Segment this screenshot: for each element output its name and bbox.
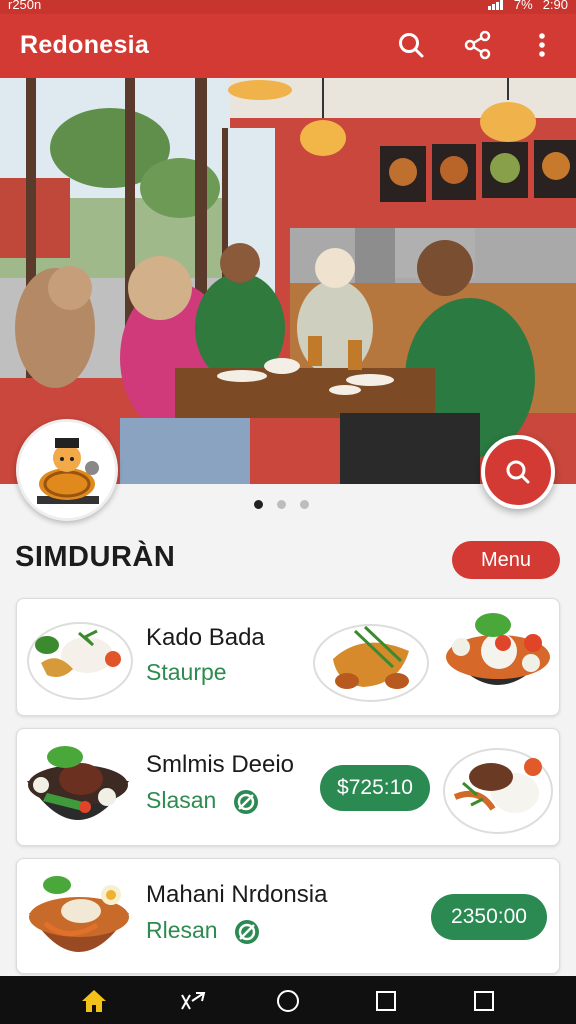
menu-button[interactable]: Menu bbox=[452, 541, 560, 579]
floating-search-button[interactable] bbox=[481, 435, 555, 509]
menu-item-subtitle: Slasan bbox=[146, 787, 217, 813]
system-nav-bar bbox=[0, 976, 576, 1024]
menu-item-subtitle: Staurpe bbox=[146, 659, 227, 685]
battery-level: 7% bbox=[513, 0, 533, 12]
search-button[interactable] bbox=[394, 28, 428, 62]
recents-icon bbox=[376, 991, 396, 1011]
price-tag[interactable]: 2350:00 bbox=[431, 894, 547, 940]
price-tag[interactable]: $725:10 bbox=[320, 765, 430, 811]
menu-item-card[interactable]: Kado Bada Staurpe bbox=[16, 598, 560, 716]
mascot-logo bbox=[19, 422, 115, 518]
search-icon bbox=[506, 460, 530, 484]
menu-item-subtitle-row: Slasan bbox=[146, 787, 259, 815]
more-options-button[interactable] bbox=[525, 28, 559, 62]
dish-image bbox=[446, 613, 550, 685]
verified-badge-icon bbox=[235, 919, 259, 944]
menu-item-subtitle-row: Rlesan bbox=[146, 917, 260, 945]
home-circle-icon bbox=[277, 990, 299, 1012]
share-icon bbox=[464, 30, 491, 60]
carousel-dot-3[interactable] bbox=[300, 500, 309, 509]
home-icon bbox=[82, 990, 106, 1012]
dish-image bbox=[29, 876, 129, 952]
carousel-indicator bbox=[254, 500, 309, 509]
search-icon bbox=[399, 33, 424, 58]
recents-icon bbox=[474, 991, 494, 1011]
back-icon bbox=[181, 992, 206, 1010]
status-clock: 2:90 bbox=[542, 0, 568, 12]
menu-item-subtitle: Rlesan bbox=[146, 917, 218, 943]
nav-recents-button[interactable] bbox=[373, 988, 399, 1014]
nav-home-circle-button[interactable] bbox=[275, 988, 301, 1014]
brand-mascot-badge[interactable] bbox=[16, 419, 118, 521]
menu-item-card[interactable]: Mahani Nrdonsia Rlesan 2350:00 bbox=[16, 858, 560, 974]
nav-overview-button[interactable] bbox=[471, 988, 497, 1014]
more-vert-icon bbox=[539, 33, 545, 57]
verified-badge-icon bbox=[233, 789, 258, 814]
nav-home-button[interactable] bbox=[81, 988, 107, 1014]
signal-icon bbox=[487, 0, 503, 10]
menu-item-card[interactable]: Smlmis Deeio Slasan $725:10 bbox=[16, 728, 560, 846]
dish-image bbox=[443, 748, 553, 834]
nav-back-button[interactable] bbox=[180, 988, 206, 1014]
menu-item-name: Kado Bada bbox=[146, 624, 265, 651]
status-bar: r250n 7% 2:90 bbox=[0, 0, 576, 14]
carousel-dot-2[interactable] bbox=[277, 500, 286, 509]
status-indicators: 7% 2:90 bbox=[487, 0, 568, 12]
status-time: r250n bbox=[8, 0, 42, 12]
menu-item-name: Smlmis Deeio bbox=[146, 751, 295, 778]
carousel-dot-1[interactable] bbox=[254, 500, 263, 509]
dish-image bbox=[313, 624, 429, 702]
app-title: Redonesia bbox=[20, 31, 150, 59]
dish-image bbox=[27, 622, 133, 700]
dish-image bbox=[27, 746, 129, 820]
share-button[interactable] bbox=[461, 28, 495, 62]
section-title: SIMDURÀN bbox=[15, 541, 176, 573]
menu-item-name: Mahani Nrdonsia bbox=[146, 881, 328, 908]
app-bar: Redonesia bbox=[0, 14, 576, 78]
